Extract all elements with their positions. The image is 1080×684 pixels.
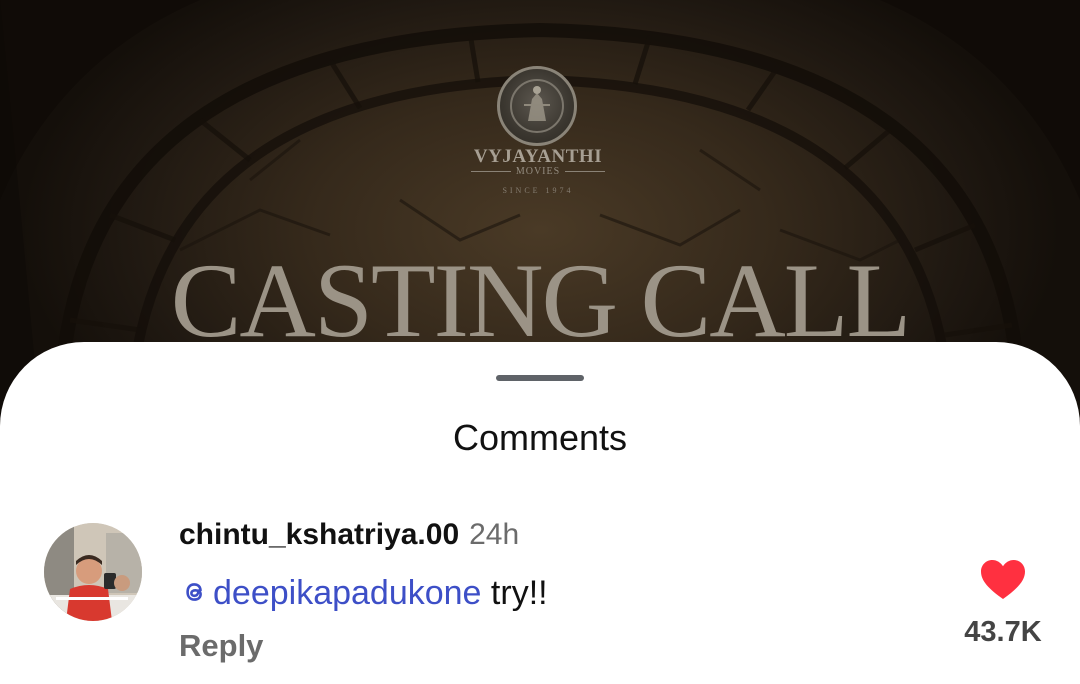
comment-header: chintu_kshatriya.00 24h	[179, 516, 519, 554]
brand-since: SINCE 1974	[502, 186, 574, 195]
threads-icon	[186, 583, 202, 601]
comment-mention-link[interactable]: deepikapadukone	[179, 574, 491, 612]
comment-mention[interactable]: deepikapadukone	[213, 574, 481, 612]
reply-button[interactable]: Reply	[179, 627, 263, 665]
brand-name: VYJAYANTHI	[473, 146, 603, 167]
comment-text: deepikapadukone try!!	[179, 572, 548, 614]
sheet-title: Comments	[452, 417, 628, 458]
screen: VYJAYANTHI MOVIES SINCE 1974 CASTING CAL…	[0, 0, 1080, 684]
avatar[interactable]	[44, 523, 142, 621]
sheet-drag-handle[interactable]	[496, 375, 584, 381]
poster-headline: CASTING CALL	[170, 242, 912, 359]
comment-username[interactable]: chintu_kshatriya.00	[179, 518, 459, 551]
like-count: 43.7K	[964, 616, 1042, 648]
vyjayanthi-logo-icon	[497, 66, 577, 146]
brand-subtitle: MOVIES	[460, 166, 616, 177]
comment-message: try!!	[490, 574, 548, 612]
comment-timestamp: 24h	[469, 518, 520, 551]
comments-sheet: Comments chintu_kshatriya.00 24h deepika…	[0, 342, 1080, 684]
heart-filled-icon[interactable]	[980, 559, 1026, 601]
